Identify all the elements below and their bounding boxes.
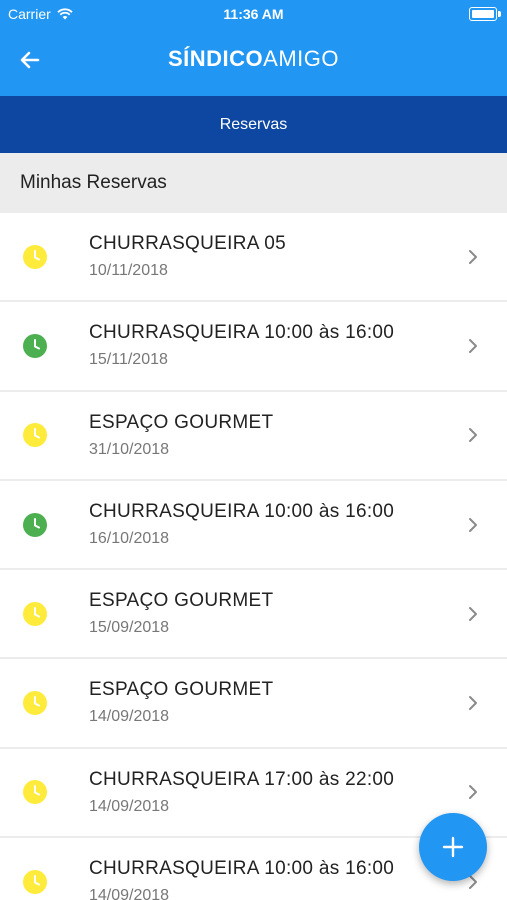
section-title: Minhas Reservas: [0, 153, 507, 213]
reservation-date: 14/09/2018: [89, 708, 170, 726]
battery-icon: [469, 7, 501, 21]
clock-icon-yellow: [23, 423, 47, 448]
reservation-title: ESPAÇO GOURMET: [89, 411, 274, 433]
clock-icon-yellow: [23, 869, 47, 894]
chevron-right-icon: [469, 606, 477, 621]
reservation-title: CHURRASQUEIRA 05: [89, 233, 286, 254]
reservation-date: 15/09/2018: [89, 619, 170, 637]
add-reservation-button[interactable]: [419, 813, 487, 881]
chevron-right-icon: [469, 249, 477, 264]
chevron-right-icon: [469, 517, 477, 532]
plus-icon: [442, 836, 464, 858]
chevron-right-icon: [469, 696, 477, 711]
reservation-title: CHURRASQUEIRA 10:00 às 16:00: [89, 322, 395, 344]
list-item[interactable]: ESPAÇO GOURMET 14/09/2018: [0, 659, 507, 749]
reservation-date: 14/09/2018: [89, 797, 170, 815]
reservation-date: 15/11/2018: [89, 351, 168, 369]
reservation-title: ESPAÇO GOURMET: [89, 590, 274, 612]
reservation-title: CHURRASQUEIRA 10:00 às 16:00: [89, 500, 395, 522]
list-item[interactable]: ESPAÇO GOURMET 15/09/2018: [0, 570, 507, 660]
clock-icon-yellow: [23, 691, 47, 716]
app-title-bold: SÍNDICO: [167, 46, 264, 71]
list-item[interactable]: CHURRASQUEIRA 05 10/11/2018: [0, 213, 507, 303]
tab-label: Reservas: [219, 115, 288, 133]
app-title-light: AMIGO: [263, 46, 340, 71]
reservation-title: CHURRASQUEIRA 10:00 às 16:00: [89, 858, 395, 880]
clock-icon-yellow: [23, 780, 47, 805]
reservation-date: 10/11/2018: [89, 262, 168, 279]
reservation-list: CHURRASQUEIRA 05 10/11/2018 CHURRASQUEIRA …: [0, 213, 507, 900]
chevron-right-icon: [469, 785, 477, 800]
list-item[interactable]: CHURRASQUEIRA 10:00 às 16:00 15/11/2018: [0, 302, 507, 392]
tab-reservas[interactable]: Reservas: [0, 96, 507, 153]
reservation-date: 16/10/2018: [89, 529, 170, 547]
clock-icon-green: [23, 512, 47, 537]
list-item[interactable]: ESPAÇO GOURMET 31/10/2018: [0, 391, 507, 481]
reservation-title: ESPAÇO GOURMET: [89, 679, 274, 701]
clock-icon-yellow: [23, 601, 47, 626]
status-bar: Carrier 11:36 AM: [0, 0, 507, 28]
chevron-right-icon: [469, 338, 477, 353]
app-title: SÍNDICOAMIGO: [0, 46, 507, 72]
reservation-title: CHURRASQUEIRA 17:00 às 22:00: [89, 768, 395, 790]
app-header: Carrier 11:36 AM SÍNDICOAMIGO: [0, 0, 507, 96]
chevron-right-icon: [469, 428, 477, 443]
status-time: 11:36 AM: [223, 6, 284, 22]
clock-icon-yellow: [23, 244, 47, 269]
list-item[interactable]: CHURRASQUEIRA 10:00 às 16:00 16/10/2018: [0, 480, 507, 571]
reservation-date: 14/09/2018: [89, 887, 170, 900]
reservation-date: 31/10/2018: [89, 440, 170, 458]
clock-icon-green: [23, 333, 47, 358]
